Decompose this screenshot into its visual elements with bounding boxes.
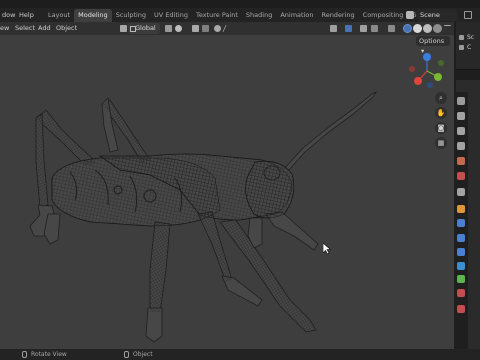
tool-properties-icon[interactable] — [457, 97, 465, 105]
properties-header — [456, 80, 480, 92]
particles-icon[interactable] — [457, 234, 465, 242]
object-data-icon[interactable] — [457, 275, 465, 283]
rendered-shading-icon[interactable] — [433, 24, 442, 33]
scene-collection-icon — [459, 35, 464, 40]
grid-icon[interactable]: ▦ — [435, 137, 447, 149]
snap-target-icon[interactable] — [202, 25, 209, 32]
snap-icon[interactable] — [192, 25, 199, 32]
object-properties-icon[interactable] — [457, 205, 465, 213]
wireframe-shading-icon[interactable] — [403, 24, 412, 33]
transform-orientation-dropdown[interactable]: Global — [128, 23, 160, 34]
neg-y-axis-handle — [438, 60, 444, 66]
view-layer-icon[interactable] — [457, 142, 465, 150]
navigation-gizmo[interactable] — [408, 51, 446, 91]
mouse-right-icon — [124, 351, 129, 358]
tab-layout[interactable]: Layout — [44, 9, 74, 22]
material-icon[interactable] — [457, 289, 465, 297]
view-menu[interactable]: ew — [0, 22, 9, 35]
select-menu[interactable]: Select — [15, 22, 35, 35]
tab-shading[interactable]: Shading — [242, 9, 276, 22]
scene-selector: Scene — [398, 9, 480, 21]
top-bar: dow Help Layout Modeling Sculpting UV Ed… — [0, 8, 480, 22]
material-preview-icon[interactable] — [423, 24, 432, 33]
viewport-gizmos-icon[interactable] — [345, 25, 352, 32]
wrench-icon[interactable] — [457, 219, 465, 227]
output-properties-icon[interactable] — [457, 127, 465, 135]
workspace-tabs: Layout Modeling Sculpting UV Editing Tex… — [44, 9, 452, 22]
mouse-cursor-icon — [323, 243, 331, 255]
texture-icon[interactable] — [457, 305, 465, 313]
z-axis-handle — [423, 53, 431, 61]
tab-uv-editing[interactable]: UV Editing — [150, 9, 192, 22]
physics-icon[interactable] — [457, 248, 465, 256]
constraints-icon[interactable] — [457, 262, 465, 270]
scene-name-field[interactable]: Scene — [417, 9, 457, 21]
x-axis-handle — [414, 77, 422, 85]
tab-rendering[interactable]: Rendering — [317, 9, 358, 22]
xray-icon[interactable] — [371, 25, 378, 32]
y-axis-handle — [434, 73, 442, 81]
collection-properties-icon[interactable] — [457, 188, 465, 196]
outliner-row[interactable]: C — [459, 44, 480, 52]
tab-sculpting[interactable]: Sculpting — [112, 9, 150, 22]
world-properties-icon[interactable] — [457, 172, 465, 180]
shading-options-chevron-icon[interactable] — [444, 25, 451, 32]
camera-icon[interactable]: ◙ — [435, 122, 447, 134]
pivot-dropdown-icon[interactable] — [175, 25, 182, 32]
falloff-icon[interactable] — [222, 25, 233, 32]
status-object: Object — [133, 351, 153, 358]
status-rotate-view: Rotate View — [31, 351, 67, 358]
tab-texture-paint[interactable]: Texture Paint — [192, 9, 242, 22]
tab-modeling[interactable]: Modeling — [74, 9, 112, 22]
3d-viewport[interactable]: Options ▾ ⌕ ✋ ◙ ▦ — [0, 35, 454, 349]
transform-orientation-icon — [120, 25, 127, 32]
window-menu[interactable]: dow — [0, 8, 17, 22]
neg-x-axis-handle — [409, 66, 415, 72]
pivot-point-icon[interactable] — [165, 25, 172, 32]
grasshopper-wireframe-mesh — [29, 91, 378, 343]
overlays-icon[interactable] — [360, 25, 367, 32]
mouse-icon — [22, 351, 27, 358]
add-menu[interactable]: Add — [38, 22, 51, 35]
properties-panel[interactable] — [468, 92, 480, 349]
tab-animation[interactable]: Animation — [276, 9, 317, 22]
help-menu[interactable]: Help — [19, 8, 34, 22]
solid-shading-icon[interactable] — [413, 24, 422, 33]
proportional-edit-icon[interactable] — [214, 25, 221, 32]
viewport-options-button[interactable]: Options ▾ — [416, 36, 450, 55]
scene-browse-icon[interactable] — [464, 11, 472, 19]
hand-pan-icon[interactable]: ✋ — [435, 107, 447, 119]
scene-properties-icon[interactable] — [457, 157, 465, 165]
zoom-icon[interactable]: ⌕ — [435, 92, 447, 104]
neg-z-axis-handle — [427, 82, 433, 88]
object-visibility-icon[interactable] — [330, 25, 337, 32]
render-properties-icon[interactable] — [457, 112, 465, 120]
status-bar: Rotate View Object — [0, 349, 480, 360]
object-menu[interactable]: Object — [56, 22, 77, 35]
outliner-row[interactable]: Sc — [459, 34, 480, 42]
scene-icon[interactable] — [406, 11, 414, 19]
viewport-header: ew Select Add Object Global — [0, 22, 454, 35]
outliner-panel[interactable]: Sc C — [456, 22, 480, 70]
collection-icon — [459, 45, 464, 50]
xray-toggle-icon[interactable] — [388, 25, 395, 32]
